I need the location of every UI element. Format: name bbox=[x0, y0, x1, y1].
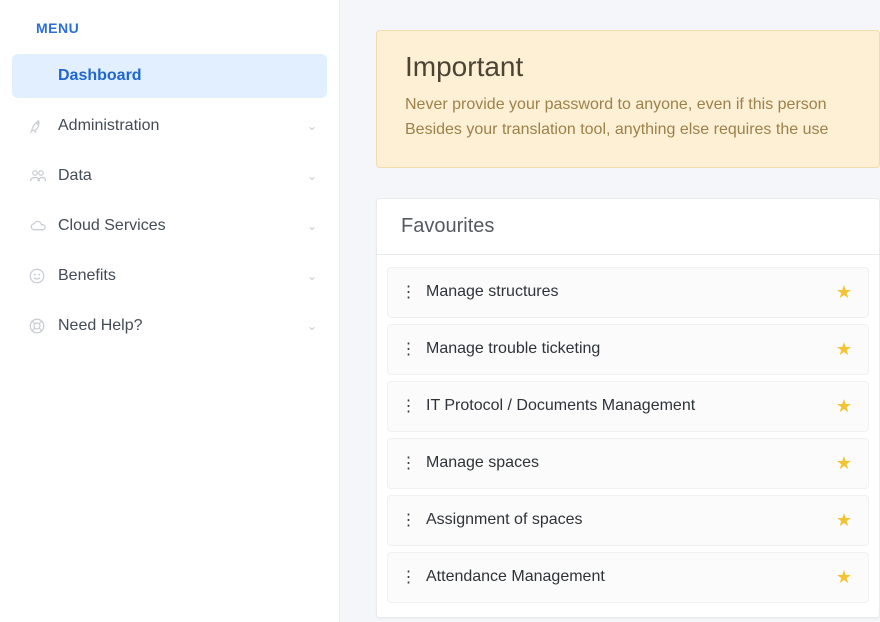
alert-body: Never provide your password to anyone, e… bbox=[405, 93, 851, 143]
star-icon[interactable]: ★ bbox=[836, 282, 852, 303]
drag-handle-icon[interactable]: ⋮ bbox=[398, 510, 418, 530]
favourite-item[interactable]: ⋮ Attendance Management ★ bbox=[387, 552, 869, 603]
drag-handle-icon[interactable]: ⋮ bbox=[398, 453, 418, 473]
alert-line-1: Never provide your password to anyone, e… bbox=[405, 96, 827, 113]
nav-label: Data bbox=[58, 167, 307, 185]
alert-title: Important bbox=[405, 51, 851, 83]
main-content: Important Never provide your password to… bbox=[340, 0, 880, 622]
star-icon[interactable]: ★ bbox=[836, 396, 852, 417]
chevron-down-icon: ⌄ bbox=[307, 169, 317, 183]
nav-item-data[interactable]: Data ⌄ bbox=[12, 154, 327, 198]
important-alert: Important Never provide your password to… bbox=[376, 30, 880, 168]
smile-icon bbox=[28, 267, 58, 285]
favourite-item[interactable]: ⋮ Manage structures ★ bbox=[387, 267, 869, 318]
alert-line-2: Besides your translation tool, anything … bbox=[405, 121, 828, 138]
star-icon[interactable]: ★ bbox=[836, 453, 852, 474]
favourite-label: Assignment of spaces bbox=[426, 511, 836, 529]
sidebar: MENU Dashboard Administration ⌄ D bbox=[0, 0, 340, 622]
nav-label: Benefits bbox=[58, 267, 307, 285]
favourites-title: Favourites bbox=[377, 199, 879, 255]
favourite-label: Attendance Management bbox=[426, 568, 836, 586]
favourite-item[interactable]: ⋮ IT Protocol / Documents Management ★ bbox=[387, 381, 869, 432]
nav-label: Need Help? bbox=[58, 317, 307, 335]
favourite-item[interactable]: ⋮ Manage spaces ★ bbox=[387, 438, 869, 489]
favourites-card: Favourites ⋮ Manage structures ★ ⋮ Manag… bbox=[376, 198, 880, 618]
nav-label: Dashboard bbox=[58, 67, 317, 85]
nav-item-dashboard[interactable]: Dashboard bbox=[12, 54, 327, 98]
nav-item-administration[interactable]: Administration ⌄ bbox=[12, 104, 327, 148]
favourite-item[interactable]: ⋮ Manage trouble ticketing ★ bbox=[387, 324, 869, 375]
nav-label: Cloud Services bbox=[58, 217, 307, 235]
drag-handle-icon[interactable]: ⋮ bbox=[398, 282, 418, 302]
nav-item-benefits[interactable]: Benefits ⌄ bbox=[12, 254, 327, 298]
favourite-label: Manage structures bbox=[426, 283, 836, 301]
chevron-down-icon: ⌄ bbox=[307, 119, 317, 133]
favourite-label: Manage trouble ticketing bbox=[426, 340, 836, 358]
star-icon[interactable]: ★ bbox=[836, 510, 852, 531]
menu-title: MENU bbox=[12, 20, 327, 54]
chevron-down-icon: ⌄ bbox=[307, 319, 317, 333]
rocket-icon bbox=[28, 117, 58, 135]
favourites-list: ⋮ Manage structures ★ ⋮ Manage trouble t… bbox=[377, 255, 879, 617]
favourite-label: IT Protocol / Documents Management bbox=[426, 397, 836, 415]
users-icon bbox=[28, 167, 58, 185]
drag-handle-icon[interactable]: ⋮ bbox=[398, 396, 418, 416]
favourite-item[interactable]: ⋮ Assignment of spaces ★ bbox=[387, 495, 869, 546]
chevron-down-icon: ⌄ bbox=[307, 269, 317, 283]
favourite-label: Manage spaces bbox=[426, 454, 836, 472]
chevron-down-icon: ⌄ bbox=[307, 219, 317, 233]
nav-item-need-help[interactable]: Need Help? ⌄ bbox=[12, 304, 327, 348]
nav-item-cloud-services[interactable]: Cloud Services ⌄ bbox=[12, 204, 327, 248]
nav-label: Administration bbox=[58, 117, 307, 135]
drag-handle-icon[interactable]: ⋮ bbox=[398, 567, 418, 587]
star-icon[interactable]: ★ bbox=[836, 567, 852, 588]
drag-handle-icon[interactable]: ⋮ bbox=[398, 339, 418, 359]
life-ring-icon bbox=[28, 317, 58, 335]
cloud-icon bbox=[28, 217, 58, 235]
star-icon[interactable]: ★ bbox=[836, 339, 852, 360]
